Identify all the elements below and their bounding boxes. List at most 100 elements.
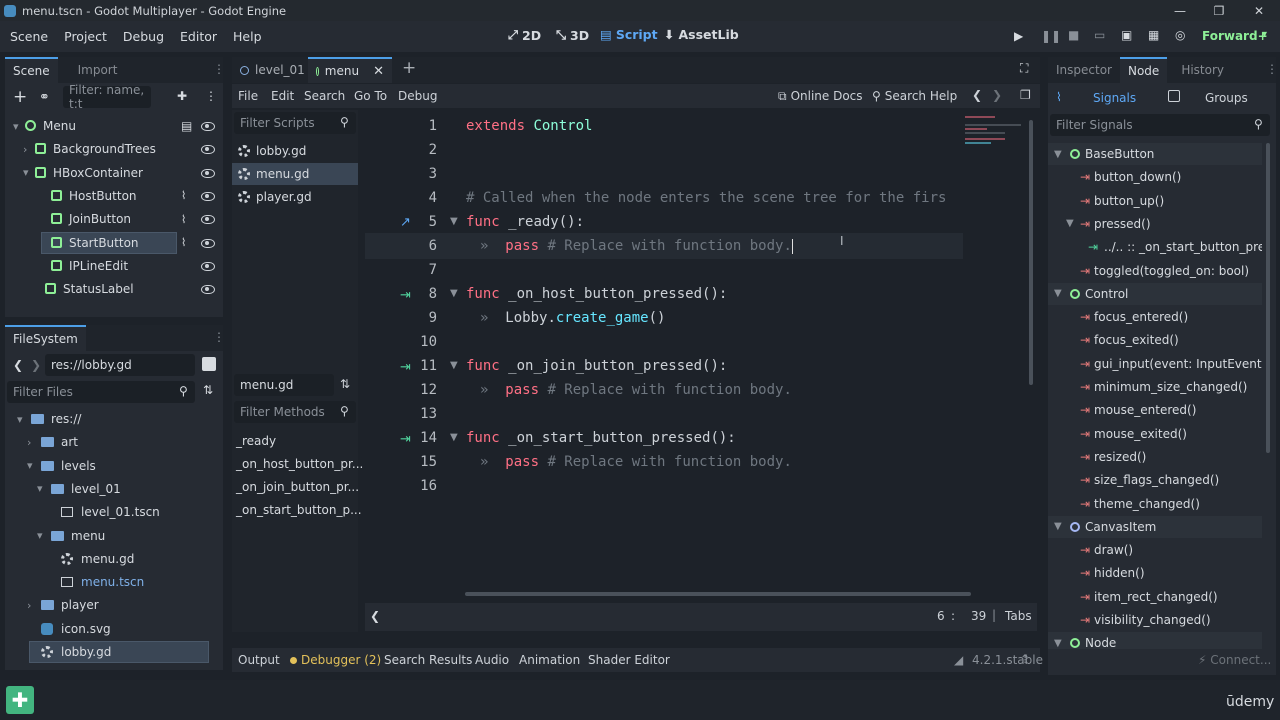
forward-icon[interactable]: ❯ [31, 358, 41, 372]
filesystem-item[interactable]: › art [5, 431, 215, 453]
script-item-selected[interactable]: menu.gd [232, 163, 358, 185]
add-plus-icon[interactable]: ✚ [6, 686, 34, 714]
filesystem-item[interactable]: › player [5, 594, 215, 616]
pause-icon[interactable]: ❚❚ [1041, 29, 1061, 43]
tab-animation[interactable]: Animation [519, 653, 580, 667]
signal-item[interactable]: ⇥ mouse_entered() [1048, 399, 1262, 421]
filesystem-item[interactable]: level_01.tscn [5, 501, 215, 523]
scene-tree-node[interactable]: HostButton ⌇ [5, 185, 217, 207]
sort-icon[interactable]: ⇅ [203, 383, 213, 397]
minimize-icon[interactable]: — [1160, 0, 1200, 21]
tab-shader-editor[interactable]: Shader Editor [588, 653, 670, 667]
chevron-icon[interactable]: ▾ [13, 120, 19, 133]
tab-node[interactable]: Node [1119, 57, 1168, 83]
sort-icon[interactable]: ⇅ [340, 377, 350, 391]
menu-help[interactable]: Help [225, 29, 270, 44]
script-attached-icon[interactable]: ▤ [181, 119, 192, 133]
signal-item[interactable]: ⇥ focus_exited() [1048, 329, 1262, 351]
add-tab-icon[interactable]: + [402, 58, 416, 78]
script-item[interactable]: lobby.gd [232, 140, 358, 162]
method-item[interactable]: _on_join_button_pr... [236, 476, 359, 498]
workspace-3d-button[interactable]: ⤡ 3D [556, 27, 589, 43]
method-item[interactable]: _on_host_button_pr... [236, 453, 363, 475]
visibility-eye-icon[interactable] [201, 215, 215, 225]
signal-item[interactable]: ⇥ button_down() [1048, 166, 1262, 188]
signal-class-header[interactable]: ▼ Control [1048, 282, 1262, 305]
menu-scene[interactable]: Scene [2, 29, 56, 44]
attach-script-icon[interactable]: ✚ [177, 89, 187, 103]
chevron-icon[interactable]: ▾ [37, 482, 43, 495]
connect-button[interactable]: ⚡ Connect... [1198, 653, 1271, 667]
signal-item[interactable]: ⇥ minimum_size_changed() [1048, 376, 1262, 398]
filesystem-item[interactable]: menu.gd [5, 548, 215, 570]
horizontal-scrollbar[interactable] [465, 592, 971, 596]
float-window-icon[interactable]: ❐ [1020, 88, 1031, 102]
scene-filter-input[interactable]: Filter: name, t:t [63, 83, 151, 111]
scene-menu-icon[interactable]: ⋮ [205, 89, 217, 103]
chevron-icon[interactable]: ▾ [27, 459, 33, 472]
signal-connection[interactable]: ⇥ ../.. :: _on_start_button_pre... [1048, 236, 1262, 258]
signal-item[interactable]: ⇥ theme_changed() [1048, 493, 1262, 515]
renderer-select[interactable]: Forward+ [1202, 29, 1268, 43]
search-help-button[interactable]: ⚲ Search Help [872, 89, 957, 103]
tab-filesystem[interactable]: FileSystem [5, 325, 86, 351]
chevron-down-icon[interactable]: ▼ [1054, 638, 1062, 649]
dock-menu-icon[interactable]: ⋮ [213, 330, 225, 344]
remote-debug-icon[interactable]: ▭ [1094, 28, 1105, 42]
dock-menu-icon[interactable]: ⋮ [213, 62, 225, 76]
signal-item[interactable]: ⇥ item_rect_changed() [1048, 586, 1262, 608]
signal-item[interactable]: ⇥ button_up() [1048, 190, 1262, 212]
signal-item[interactable]: ⇥ visibility_changed() [1048, 609, 1262, 631]
distraction-free-icon[interactable]: ⛶ [1020, 61, 1028, 76]
chevron-down-icon[interactable]: ▼ [1054, 288, 1062, 299]
signal-item[interactable]: ⇥ size_flags_changed() [1048, 469, 1262, 491]
filter-signals-input[interactable]: Filter Signals [1050, 114, 1270, 136]
fold-chevron-icon[interactable]: ▼ [450, 216, 458, 227]
signal-class-header[interactable]: ▼ CanvasItem [1048, 515, 1262, 538]
workspace-script-button[interactable]: ▤ Script [600, 27, 658, 42]
expand-panel-icon[interactable]: ⇡ [1020, 652, 1030, 666]
tab-import[interactable]: Import [70, 57, 126, 83]
script-menu-goto[interactable]: Go To [354, 89, 387, 103]
chevron-icon[interactable]: › [27, 436, 31, 449]
maximize-icon[interactable]: ❐ [1199, 0, 1239, 21]
visibility-eye-icon[interactable] [201, 238, 215, 248]
menu-editor[interactable]: Editor [172, 29, 225, 44]
chevron-down-icon[interactable]: ▼ [1054, 521, 1062, 532]
next-script-icon[interactable]: ❯ [992, 88, 1002, 102]
workspace-assetlib-button[interactable]: ⬇ AssetLib [664, 27, 739, 42]
filesystem-item[interactable]: lobby.gd [5, 641, 215, 663]
chevron-icon[interactable]: › [23, 143, 27, 156]
tab-level-01[interactable]: level_01 [232, 57, 313, 83]
play-icon[interactable]: ▶ [1014, 29, 1023, 43]
signal-item[interactable]: ⇥ draw() [1048, 539, 1262, 561]
tab-debugger[interactable]: Debugger (2) [290, 653, 381, 667]
toggle-scripts-panel-icon[interactable]: ❮ [370, 609, 380, 623]
fold-chevron-icon[interactable]: ▼ [450, 360, 458, 371]
minimap[interactable] [965, 114, 1029, 150]
visibility-eye-icon[interactable] [201, 261, 215, 271]
script-menu-edit[interactable]: Edit [271, 89, 294, 103]
signal-item[interactable]: ⇥ focus_entered() [1048, 306, 1262, 328]
tab-inspector[interactable]: Inspector [1048, 57, 1120, 83]
override-icon[interactable]: ↗ [400, 215, 411, 230]
scene-tree-node[interactable]: › BackgroundTrees [5, 138, 217, 160]
tab-scene[interactable]: Scene [5, 57, 58, 83]
link-icon[interactable]: ⚭ [39, 90, 50, 105]
menu-debug[interactable]: Debug [115, 29, 172, 44]
workspace-2d-button[interactable]: ⤢ 2D [508, 27, 541, 43]
tab-signals[interactable]: Signals [1093, 91, 1136, 105]
menu-project[interactable]: Project [56, 29, 115, 44]
tab-history[interactable]: History [1173, 57, 1232, 83]
signal-item[interactable]: ⇥ resized() [1048, 446, 1262, 468]
filter-scripts-input[interactable]: Filter Scripts [234, 112, 356, 134]
visibility-eye-icon[interactable] [201, 145, 215, 155]
filter-methods-input[interactable]: Filter Methods [234, 401, 356, 423]
dock-menu-icon[interactable]: ⋮ [1266, 62, 1278, 76]
chevron-down-icon[interactable]: ▼ [1066, 218, 1074, 229]
scene-tree-node[interactable]: StatusLabel [5, 278, 217, 300]
chevron-icon[interactable]: ▾ [23, 166, 29, 179]
signal-connection-icon[interactable]: ⌇ [181, 213, 186, 226]
prev-script-icon[interactable]: ❮ [972, 88, 982, 102]
script-menu-search[interactable]: Search [304, 89, 345, 103]
